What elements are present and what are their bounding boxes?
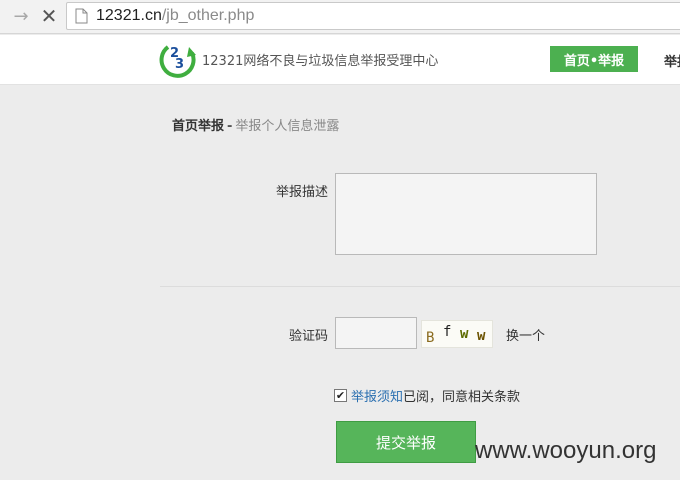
page-icon <box>75 8 88 24</box>
breadcrumb-separator: - <box>227 119 233 134</box>
captcha-input[interactable] <box>335 317 417 349</box>
logo-12321-icon[interactable]: 2 3 <box>158 39 200 79</box>
address-bar[interactable]: 12321.cn/jb_other.php <box>66 2 680 30</box>
captcha-char: w <box>460 326 469 342</box>
site-title: 12321网络不良与垃圾信息举报受理中心 <box>202 54 439 69</box>
refresh-captcha-link[interactable]: 换一个 <box>506 325 545 344</box>
captcha-char: w <box>477 328 486 344</box>
checkmark-icon: ✔ <box>335 389 346 402</box>
agreement-row: ✔ 举报须知 已阅，同意相关条款 <box>334 386 520 405</box>
captcha-image[interactable]: B f w w <box>421 320 493 348</box>
breadcrumb-current: 举报个人信息泄露 <box>235 119 340 134</box>
back-arrow-icon[interactable]: → <box>10 5 32 27</box>
description-textarea[interactable] <box>335 173 597 255</box>
url-text: 12321.cn/jb_other.php <box>96 7 254 25</box>
url-host: 12321.cn <box>96 7 162 24</box>
browser-toolbar: → ✕ 12321.cn/jb_other.php <box>0 0 680 34</box>
url-path: /jb_other.php <box>161 7 255 24</box>
submit-report-button[interactable]: 提交举报 <box>336 421 476 463</box>
captcha-char: B <box>426 330 435 346</box>
captcha-label: 验证码 <box>288 329 328 344</box>
notice-link[interactable]: 举报须知 <box>351 386 403 405</box>
nav-report[interactable]: 举报 <box>664 51 680 70</box>
agree-checkbox[interactable]: ✔ <box>334 389 347 402</box>
watermark: www.wooyun.org <box>475 437 657 464</box>
breadcrumb-home[interactable]: 首页举报 <box>172 119 224 134</box>
captcha-char: f <box>443 324 452 340</box>
breadcrumb: 首页举报 - 举报个人信息泄露 <box>172 115 339 134</box>
divider <box>160 286 680 287</box>
site-header: 2 3 12321网络不良与垃圾信息举报受理中心 首页•举报 举报 <box>0 35 680 85</box>
description-label: 举报描述 <box>275 185 328 200</box>
stop-loading-icon[interactable]: ✕ <box>38 4 60 28</box>
svg-text:3: 3 <box>175 57 184 72</box>
nav-home-report[interactable]: 首页•举报 <box>550 46 638 72</box>
agreement-text: 已阅，同意相关条款 <box>403 390 521 405</box>
